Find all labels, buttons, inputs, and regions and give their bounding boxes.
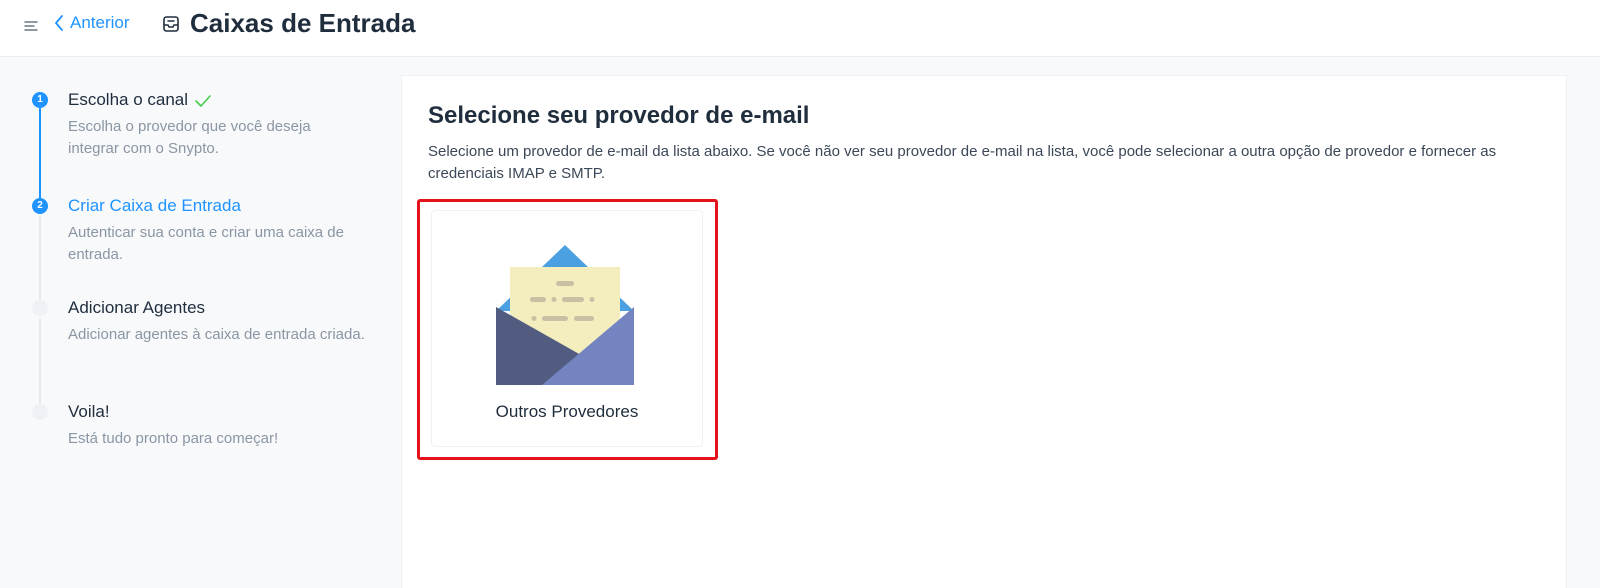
open-envelope-icon [496, 245, 634, 385]
back-button[interactable]: Anterior [54, 13, 130, 33]
chevron-left-icon [55, 15, 63, 31]
step-title: Criar Caixa de Entrada [68, 196, 241, 215]
back-label: Anterior [70, 13, 130, 32]
panel-description: Selecione um provedor de e-mail da lista… [428, 143, 1497, 182]
wizard-step-add-agents: 3 Adicionar Agentes Adicionar agentes à … [28, 296, 378, 346]
menu-lines-icon[interactable] [24, 19, 38, 33]
top-header: Anterior Caixas de Entrada [0, 0, 1600, 57]
step-description: Adicionar agentes à caixa de entrada cri… [68, 326, 365, 343]
provider-card-other[interactable]: Outros Provedores [431, 210, 703, 447]
wizard-step-voila: 4 Voila! Está tudo pronto para começar! [28, 400, 378, 450]
step-title: Escolha o canal [68, 88, 378, 112]
inbox-icon [163, 16, 179, 32]
provider-label: Outros Provedores [495, 402, 639, 421]
step-title: Voila! [68, 402, 110, 421]
step-number-badge: 3 [32, 300, 48, 316]
step-connector-1 [39, 108, 41, 208]
step-number-badge: 4 [32, 404, 48, 420]
wizard-step-create-inbox: 2 Criar Caixa de Entrada Autenticar sua … [28, 194, 378, 266]
step-number-badge: 1 [32, 92, 48, 108]
step-title: Adicionar Agentes [68, 298, 206, 317]
step-number-badge: 2 [32, 198, 48, 214]
step-description: Autenticar sua conta e criar uma caixa d… [68, 224, 344, 263]
panel-title: Selecione seu provedor de e-mail [428, 102, 810, 129]
step-connector-3 [39, 318, 41, 412]
wizard-step-choose-channel: 1 Escolha o canal Escolha o provedor que… [28, 88, 378, 160]
check-icon [195, 94, 211, 107]
step-connector-2 [39, 216, 41, 310]
step-description: Está tudo pronto para começar! [68, 430, 279, 447]
page-title: Caixas de Entrada [190, 8, 416, 38]
step-description: Escolha o provedor que você deseja integ… [68, 118, 311, 157]
